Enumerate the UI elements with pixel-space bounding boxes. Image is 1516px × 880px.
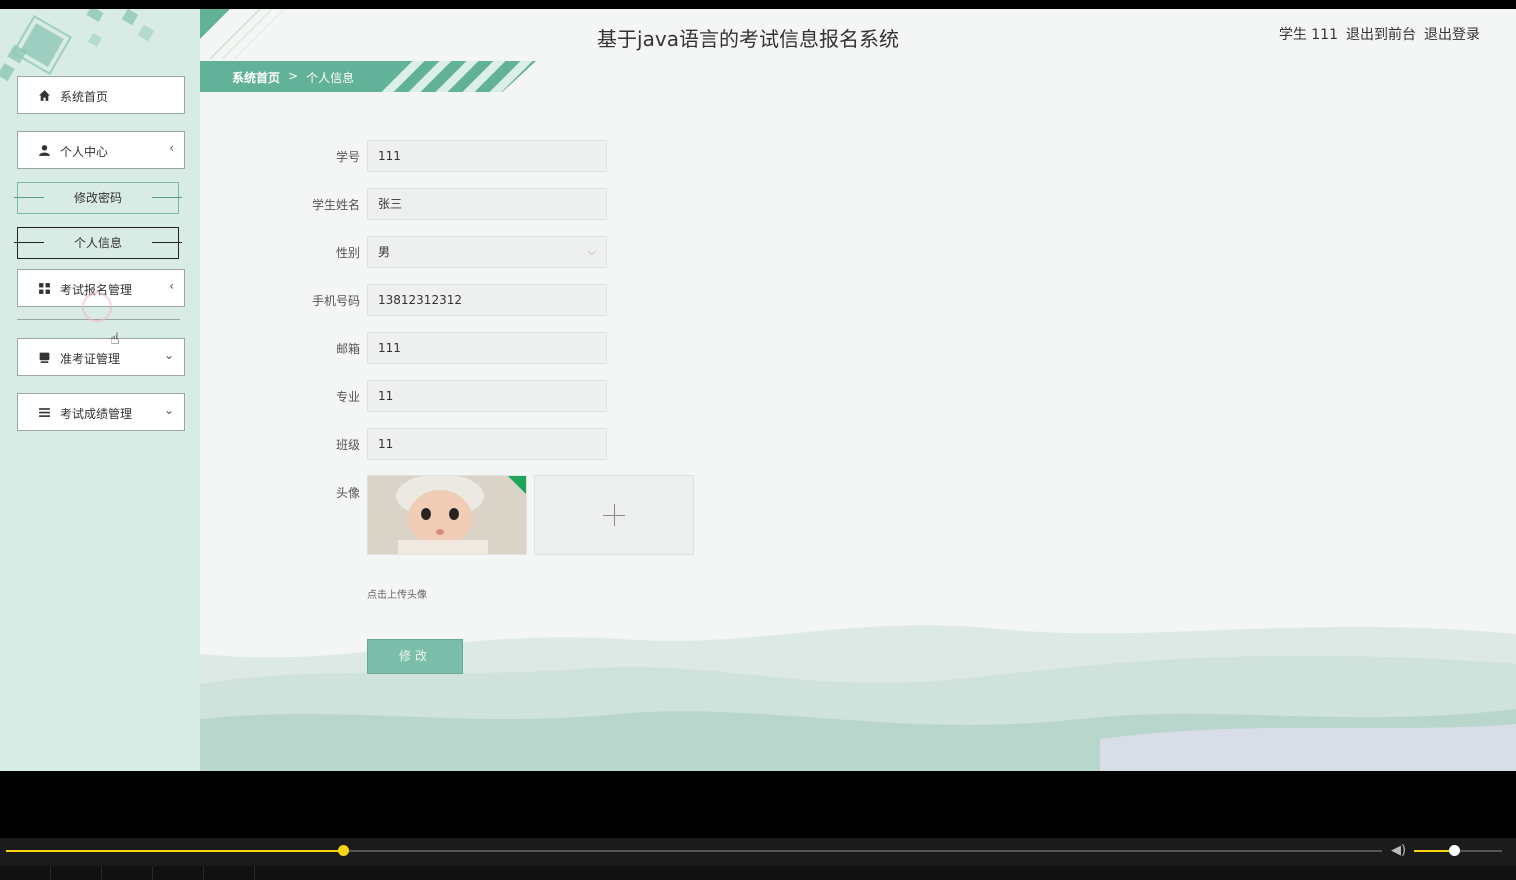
upload-hint: 点击上传头像 [367, 590, 427, 601]
progress-slider[interactable] [6, 845, 1382, 856]
sidebar-item-admission-ticket[interactable]: 准考证管理 ⌄ [17, 338, 185, 376]
gender-select-value: 男 [378, 245, 391, 259]
chevron-down-icon: ⌄ [163, 348, 174, 362]
arrow-left-decor-icon [14, 242, 44, 243]
user-label: 学生 111 [1278, 27, 1338, 43]
decor-square [121, 9, 139, 26]
header-decor [200, 9, 285, 59]
sidebar-item-home[interactable]: 系统首页 [17, 76, 185, 114]
major-label: 专业 [335, 390, 360, 404]
wave-background [200, 625, 1516, 771]
decor-square [137, 24, 155, 42]
hand-cursor-icon: ☝ [110, 329, 120, 348]
email-label: 邮箱 [335, 342, 360, 356]
user-icon [39, 145, 50, 156]
chevron-left-icon: ‹ [169, 279, 174, 293]
sidebar-item-exam-scores[interactable]: 考试成绩管理 ⌄ [17, 393, 185, 431]
breadcrumb-home[interactable]: 系统首页 [232, 69, 280, 86]
gender-select[interactable]: 男 ⌵ [367, 236, 607, 268]
user-area: 学生 111 退出到前台 退出登录 [1279, 24, 1480, 44]
student-id-label: 学号 [335, 150, 360, 164]
phone-input[interactable]: 13812312312 [367, 284, 607, 316]
list-icon [39, 408, 50, 417]
sidebar-item-personal-center[interactable]: 个人中心 ‹ [17, 131, 185, 169]
volume-knob[interactable] [1448, 845, 1460, 856]
click-ripple [82, 292, 112, 322]
logout-link[interactable]: 退出登录 [1424, 24, 1480, 44]
sidebar-item-label: 准考证管理 [60, 352, 121, 366]
arrow-right-decor-icon [152, 242, 182, 243]
avatar-label: 头像 [335, 486, 360, 500]
class-input[interactable]: 11 [367, 428, 607, 460]
page-title: 基于java语言的考试信息报名系统 [597, 27, 899, 51]
volume-fill [1414, 850, 1454, 852]
sidebar-subitem-label: 修改密码 [73, 191, 122, 205]
video-player-controls: ◀) [0, 838, 1516, 880]
sidebar-item-label: 考试成绩管理 [60, 407, 133, 421]
arrow-right-decor-icon [152, 197, 182, 198]
progress-fill [6, 850, 344, 852]
grid-icon [39, 283, 50, 294]
sidebar-subitem-personal-info[interactable]: 个人信息 [14, 227, 182, 259]
decor-square [0, 62, 15, 82]
name-input[interactable]: 张三 [367, 188, 607, 220]
sidebar: 系统首页 个人中心 ‹ 修改密码 个人信息 考试报名管理 ‹ 准考证管理 ⌄ 考… [0, 9, 200, 771]
name-label: 学生姓名 [311, 198, 360, 212]
chevron-down-icon: ⌵ [587, 245, 596, 258]
app-window: 系统首页 个人中心 ‹ 修改密码 个人信息 考试报名管理 ‹ 准考证管理 ⌄ 考… [0, 9, 1516, 771]
front-link[interactable]: 退出到前台 [1346, 24, 1416, 44]
volume-icon[interactable]: ◀) [1391, 843, 1409, 859]
screen: 系统首页 个人中心 ‹ 修改密码 个人信息 考试报名管理 ‹ 准考证管理 ⌄ 考… [0, 0, 1516, 880]
chevron-down-icon: ⌄ [163, 403, 174, 417]
student-id-input[interactable]: 111 [367, 140, 607, 172]
submit-button[interactable]: 修改 [367, 639, 463, 674]
ticket-icon [39, 352, 50, 363]
home-icon [39, 90, 50, 101]
avatar-photo [368, 476, 526, 554]
avatar-image[interactable] [367, 475, 527, 555]
major-input[interactable]: 11 [367, 380, 607, 412]
breadcrumb-current: 个人信息 [306, 71, 355, 85]
breadcrumb: 系统首页 > 个人信息 [232, 69, 354, 86]
sidebar-item-label: 个人中心 [60, 145, 109, 159]
phone-label: 手机号码 [311, 294, 360, 308]
progress-knob[interactable] [338, 845, 350, 856]
decor-square [88, 33, 102, 47]
player-toolbar [0, 866, 1516, 880]
sidebar-subitem-change-password[interactable]: 修改密码 [14, 182, 182, 214]
class-label: 班级 [335, 438, 360, 452]
arrow-left-decor-icon [14, 197, 44, 198]
avatar-upload-button[interactable] [534, 475, 694, 555]
volume-slider[interactable] [1414, 845, 1502, 856]
plus-icon [603, 515, 625, 516]
breadcrumb-separator: > [288, 69, 299, 83]
sidebar-subitem-label: 个人信息 [73, 236, 122, 250]
decor-square [11, 14, 73, 76]
email-input[interactable]: 111 [367, 332, 607, 364]
sidebar-item-label: 系统首页 [60, 90, 109, 104]
chevron-left-icon: ‹ [169, 141, 174, 155]
gender-label: 性别 [335, 246, 360, 260]
decor-square [86, 9, 104, 22]
